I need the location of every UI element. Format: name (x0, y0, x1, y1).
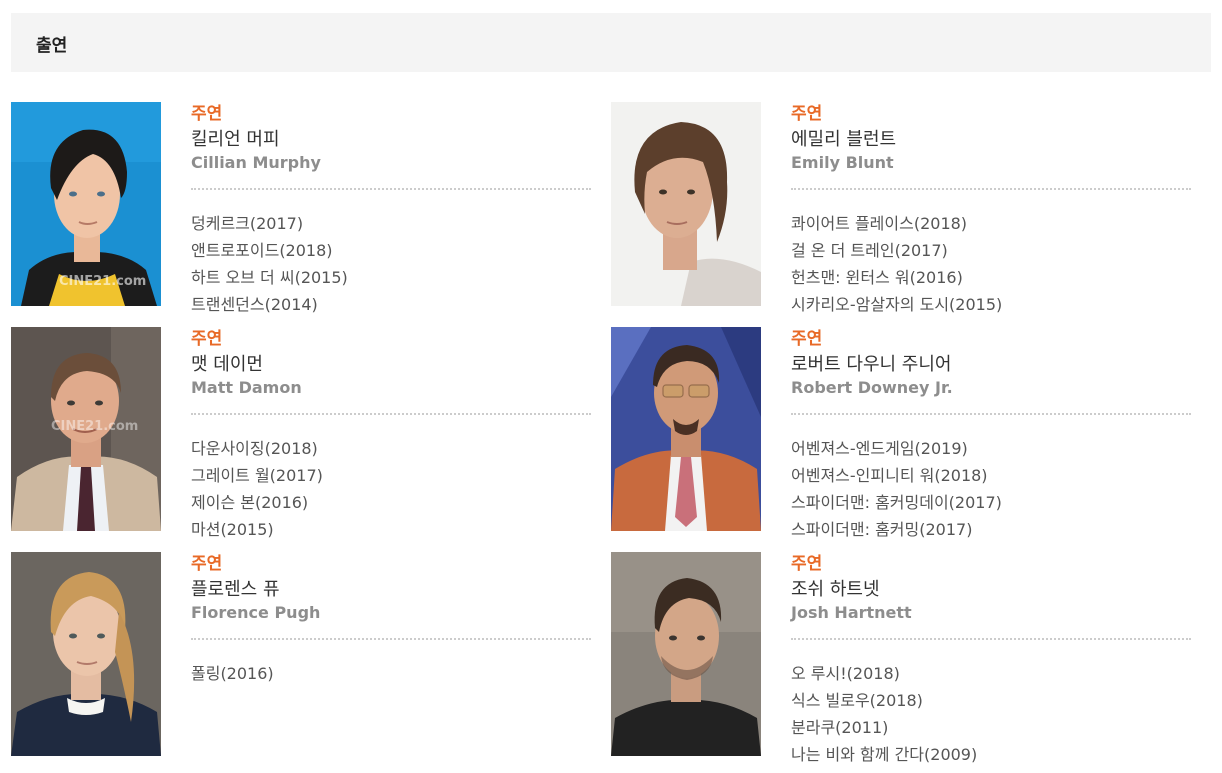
film-item[interactable]: 어벤져스-인피니티 워(2018) (791, 462, 1002, 489)
role-label: 주연 (791, 104, 823, 124)
film-item[interactable]: 스파이더맨: 홈커밍(2017) (791, 516, 1002, 543)
actor-name-english: Florence Pugh (191, 603, 321, 622)
film-item[interactable]: 걸 온 더 트레인(2017) (791, 237, 1002, 264)
film-item[interactable]: 그레이트 월(2017) (191, 462, 323, 489)
section-header: 출연 (11, 13, 1211, 72)
section-title: 출연 (36, 36, 68, 56)
actor-photo[interactable] (611, 552, 761, 756)
actor-name-korean[interactable]: 맷 데이먼 (191, 352, 591, 378)
actor-name-english: Matt Damon (191, 378, 302, 397)
filmography-list: 오 루시!(2018) 식스 빌로우(2018) 분라쿠(2011) 나는 비와… (791, 660, 977, 768)
actor-photo[interactable]: CINE21.com (11, 102, 161, 306)
film-item[interactable]: 스파이더맨: 홈커밍데이(2017) (791, 489, 1002, 516)
dotted-divider (191, 413, 591, 415)
role-label: 주연 (791, 554, 823, 574)
actor-name-korean[interactable]: 에밀리 블런트 (791, 127, 1191, 153)
actor-photo[interactable] (611, 102, 761, 306)
actor-photo[interactable] (611, 327, 761, 531)
actor-name-korean[interactable]: 플로렌스 퓨 (191, 577, 591, 603)
film-item[interactable]: 어벤져스-엔드게임(2019) (791, 435, 1002, 462)
cast-info: 주연 로버트 다우니 주니어 Robert Downey Jr. 어벤져스-엔드… (791, 327, 1191, 539)
photo-watermark: CINE21.com (59, 274, 147, 289)
actor-name-english: Cillian Murphy (191, 153, 321, 172)
filmography-list: 덩케르크(2017) 앤트로포이드(2018) 하트 오브 더 씨(2015) … (191, 210, 348, 318)
film-item[interactable]: 식스 빌로우(2018) (791, 687, 977, 714)
cast-card-robert-downey-jr: 주연 로버트 다우니 주니어 Robert Downey Jr. 어벤져스-엔드… (611, 327, 1191, 552)
cast-card-florence-pugh: 주연 플로렌스 퓨 Florence Pugh 폴링(2016) (11, 552, 591, 773)
film-item[interactable]: 제이슨 본(2016) (191, 489, 323, 516)
actor-name-korean[interactable]: 조쉬 하트넷 (791, 577, 1191, 603)
film-item[interactable]: 콰이어트 플레이스(2018) (791, 210, 1002, 237)
cast-card-cillian-murphy: CINE21.com 주연 킬리언 머피 Cillian Murphy 덩케르크… (11, 102, 591, 327)
filmography-list: 어벤져스-엔드게임(2019) 어벤져스-인피니티 워(2018) 스파이더맨:… (791, 435, 1002, 543)
film-item[interactable]: 마션(2015) (191, 516, 323, 543)
actor-name-english: Robert Downey Jr. (791, 378, 953, 397)
portrait-image (11, 552, 161, 756)
actor-name-korean[interactable]: 킬리언 머피 (191, 127, 591, 153)
photo-watermark: CINE21.com (51, 419, 139, 434)
cast-info: 주연 조쉬 하트넷 Josh Hartnett 오 루시!(2018) 식스 빌… (791, 552, 1191, 764)
dotted-divider (791, 638, 1191, 640)
film-item[interactable]: 나는 비와 함께 간다(2009) (791, 741, 977, 768)
portrait-image (611, 552, 761, 756)
film-item[interactable]: 하트 오브 더 씨(2015) (191, 264, 348, 291)
role-label: 주연 (191, 554, 223, 574)
dotted-divider (191, 638, 591, 640)
filmography-list: 콰이어트 플레이스(2018) 걸 온 더 트레인(2017) 헌츠맨: 윈터스… (791, 210, 1002, 318)
portrait-image (611, 327, 761, 531)
actor-name-english: Emily Blunt (791, 153, 894, 172)
actor-photo[interactable]: CINE21.com (11, 327, 161, 531)
cast-info: 주연 맷 데이먼 Matt Damon 다운사이징(2018) 그레이트 월(2… (191, 327, 591, 539)
film-item[interactable]: 앤트로포이드(2018) (191, 237, 348, 264)
film-item[interactable]: 오 루시!(2018) (791, 660, 977, 687)
cast-info: 주연 플로렌스 퓨 Florence Pugh 폴링(2016) (191, 552, 591, 683)
cast-card-josh-hartnett: 주연 조쉬 하트넷 Josh Hartnett 오 루시!(2018) 식스 빌… (611, 552, 1191, 773)
role-label: 주연 (191, 104, 223, 124)
film-item[interactable]: 덩케르크(2017) (191, 210, 348, 237)
cast-card-emily-blunt: 주연 에밀리 블런트 Emily Blunt 콰이어트 플레이스(2018) 걸… (611, 102, 1191, 327)
actor-name-korean[interactable]: 로버트 다우니 주니어 (791, 352, 1191, 378)
dotted-divider (791, 413, 1191, 415)
cast-card-matt-damon: CINE21.com 주연 맷 데이먼 Matt Damon 다운사이징(201… (11, 327, 591, 552)
film-item[interactable]: 분라쿠(2011) (791, 714, 977, 741)
cast-info: 주연 킬리언 머피 Cillian Murphy 덩케르크(2017) 앤트로포… (191, 102, 591, 314)
cast-grid: CINE21.com 주연 킬리언 머피 Cillian Murphy 덩케르크… (11, 102, 1211, 773)
film-item[interactable]: 헌츠맨: 윈터스 워(2016) (791, 264, 1002, 291)
cast-info: 주연 에밀리 블런트 Emily Blunt 콰이어트 플레이스(2018) 걸… (791, 102, 1191, 314)
role-label: 주연 (191, 329, 223, 349)
portrait-image (611, 102, 761, 306)
filmography-list: 다운사이징(2018) 그레이트 월(2017) 제이슨 본(2016) 마션(… (191, 435, 323, 543)
actor-name-english: Josh Hartnett (791, 603, 912, 622)
dotted-divider (191, 188, 591, 190)
dotted-divider (791, 188, 1191, 190)
film-item[interactable]: 폴링(2016) (191, 660, 274, 687)
film-item[interactable]: 트랜센던스(2014) (191, 291, 348, 318)
actor-photo[interactable] (11, 552, 161, 756)
film-item[interactable]: 다운사이징(2018) (191, 435, 323, 462)
film-item[interactable]: 시카리오-암살자의 도시(2015) (791, 291, 1002, 318)
filmography-list: 폴링(2016) (191, 660, 274, 687)
role-label: 주연 (791, 329, 823, 349)
